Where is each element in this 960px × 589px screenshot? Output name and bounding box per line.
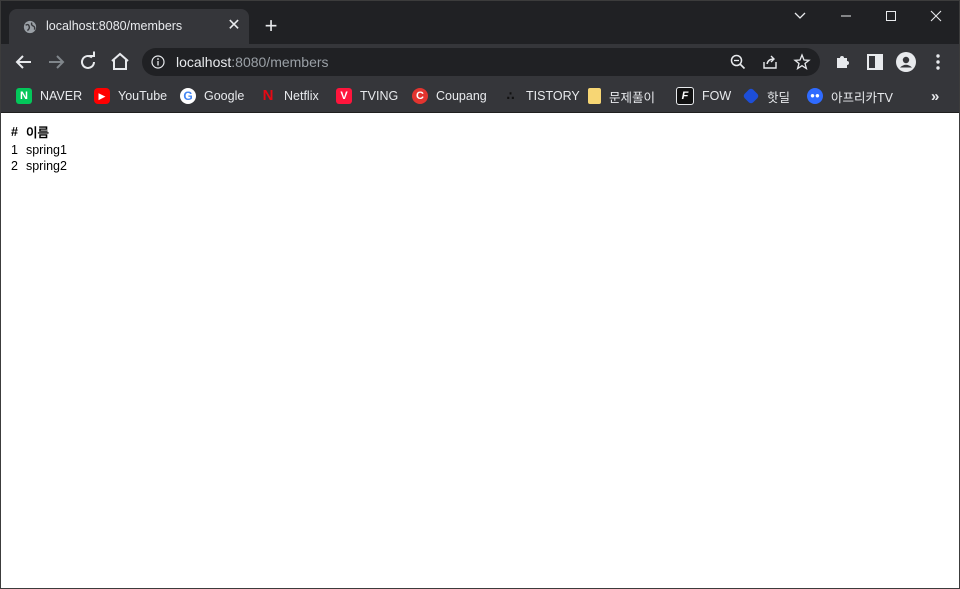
globe-icon (23, 20, 37, 34)
bookmark-label: TISTORY (526, 89, 580, 103)
bookmark-tistory[interactable]: ∴ TISTORY (502, 86, 580, 106)
tab-active[interactable]: localhost:8080/members ✕ (9, 9, 249, 44)
back-arrow-icon[interactable] (12, 50, 36, 74)
youtube-icon: ▶ (94, 88, 110, 104)
bookmark-label: 문제풀이 (609, 90, 656, 105)
minimize-icon (841, 15, 851, 17)
bookmark-google[interactable]: G Google (180, 86, 244, 106)
bookmarks-overflow-button[interactable]: » (931, 86, 939, 106)
hotdeal-icon (742, 87, 760, 105)
folder-icon (588, 88, 601, 104)
info-icon[interactable] (151, 55, 165, 69)
maximize-icon (886, 11, 896, 21)
fow-icon: F (676, 87, 694, 105)
new-tab-button[interactable]: + (261, 15, 281, 37)
column-header-name: 이름 (25, 126, 49, 140)
close-window-button[interactable] (913, 1, 959, 31)
title-bar: localhost:8080/members ✕ + (1, 1, 959, 44)
coupang-icon: C (412, 88, 428, 104)
bookmark-label: 핫딜 (767, 90, 791, 105)
chevron-down-icon (794, 12, 806, 19)
column-header-number: # (11, 124, 18, 139)
bookmark-netflix[interactable]: N Netflix (260, 86, 319, 106)
chevron-double-right-icon: » (931, 87, 940, 105)
star-icon[interactable] (793, 53, 811, 71)
bookmark-label: Google (204, 89, 245, 103)
member-name: spring2 (25, 159, 67, 173)
home-icon[interactable] (108, 50, 132, 74)
extensions-puzzle-icon[interactable] (831, 50, 855, 74)
bookmark-label: TVING (360, 89, 399, 103)
reload-icon[interactable] (76, 50, 100, 74)
member-id: 1 (11, 143, 18, 157)
bookmark-label: Coupang (436, 89, 487, 103)
bookmark-label: 아프리카TV (831, 90, 893, 105)
browser-toolbar: localhost:8080/members (1, 44, 959, 80)
afreecatv-icon: ●● (807, 88, 823, 104)
tab-title: localhost:8080/members (46, 19, 183, 33)
bookmark-fow[interactable]: F FOW (676, 86, 731, 106)
members-table: # 이름 1 spring1 2 spring2 (9, 121, 69, 174)
bookmark-youtube[interactable]: ▶ YouTube (94, 86, 167, 106)
menu-kebab-icon[interactable] (926, 50, 950, 74)
member-id: 2 (11, 159, 18, 173)
tab-search-button[interactable] (777, 1, 823, 31)
zoom-icon[interactable] (729, 53, 747, 71)
bookmarks-bar: N NAVER ▶ YouTube G Google N Netflix V T… (1, 80, 959, 113)
page-content: # 이름 1 spring1 2 spring2 (1, 113, 959, 588)
minimize-button[interactable] (823, 1, 869, 31)
maximize-button[interactable] (868, 1, 914, 31)
tistory-icon: ∴ (506, 89, 514, 103)
share-icon[interactable] (761, 53, 779, 71)
bookmark-tving[interactable]: V TVING (336, 86, 398, 106)
url-path: :8080/members (231, 54, 329, 70)
bookmark-coupang[interactable]: C Coupang (412, 86, 487, 106)
tving-icon: V (336, 88, 352, 104)
close-icon (930, 10, 942, 22)
forward-arrow-icon[interactable] (44, 50, 68, 74)
tab-close-icon[interactable]: ✕ (225, 17, 243, 35)
table-header-row: # 이름 (9, 121, 69, 142)
url-host: localhost (176, 54, 232, 70)
naver-icon: N (16, 88, 32, 104)
profile-avatar-icon[interactable] (894, 50, 918, 74)
side-panel-icon[interactable] (863, 50, 887, 74)
bookmark-label: YouTube (118, 89, 168, 103)
bookmark-label: NAVER (40, 89, 83, 103)
url-text[interactable]: localhost:8080/members (176, 54, 329, 70)
bookmark-label: Netflix (284, 89, 319, 103)
bookmark-hotdeal[interactable]: 핫딜 (742, 86, 791, 106)
bookmark-folder[interactable]: 문제풀이 (588, 86, 655, 106)
table-row: 2 spring2 (9, 158, 69, 174)
google-icon: G (180, 88, 196, 104)
netflix-icon: N (262, 87, 274, 104)
bookmark-naver[interactable]: N NAVER (16, 86, 82, 106)
bookmark-label: FOW (702, 89, 732, 103)
table-row: 1 spring1 (9, 142, 69, 158)
bookmark-afreecatv[interactable]: ●● 아프리카TV (807, 86, 893, 106)
member-name: spring1 (25, 143, 67, 157)
address-bar[interactable]: localhost:8080/members (142, 48, 820, 76)
browser-window: localhost:8080/members ✕ + localhost:808… (0, 0, 960, 589)
